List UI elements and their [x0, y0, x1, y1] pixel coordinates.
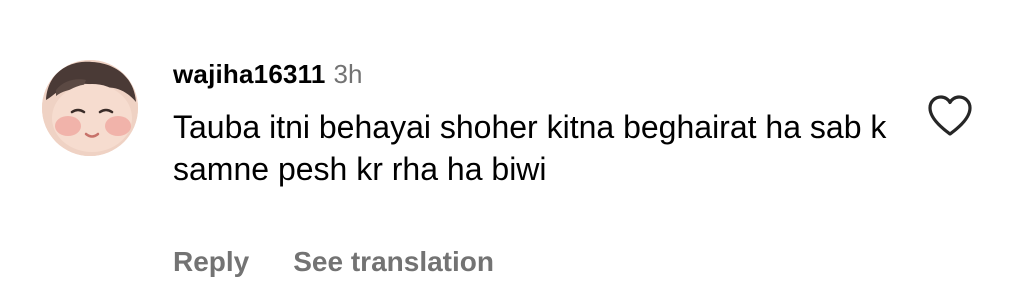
comment-header: wajiha16311 3h	[173, 54, 362, 94]
comment-actions: Reply See translation	[173, 240, 494, 284]
comment-text: Tauba itni behayai shoher kitna beghaira…	[173, 109, 887, 187]
reply-button[interactable]: Reply	[173, 246, 249, 278]
username[interactable]: wajiha16311	[173, 59, 326, 90]
like-button[interactable]	[926, 94, 974, 138]
see-translation-button[interactable]: See translation	[293, 246, 494, 278]
comment: wajiha16311 3h Tauba itni behayai shoher…	[0, 0, 1024, 300]
timestamp: 3h	[333, 58, 363, 89]
avatar[interactable]	[42, 60, 138, 156]
avatar-photo-icon	[42, 60, 138, 156]
heart-outline-icon	[928, 95, 972, 136]
